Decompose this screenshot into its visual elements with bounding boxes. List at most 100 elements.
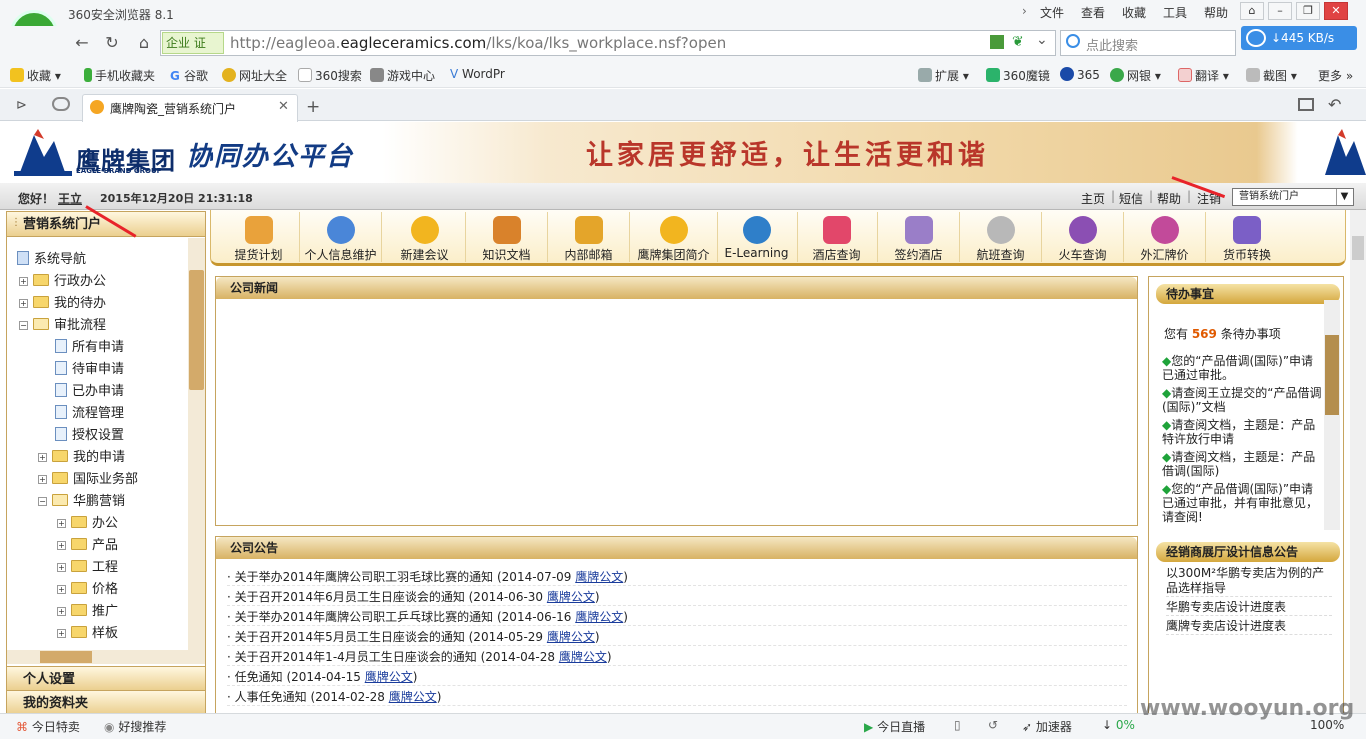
dropdown-chevron-icon[interactable]: ⌄ bbox=[1036, 32, 1048, 48]
user-name[interactable]: 王立 bbox=[58, 190, 82, 207]
status-download[interactable]: ↓ 0% bbox=[1102, 718, 1135, 732]
tree-item-authorize[interactable]: 授权设置 bbox=[55, 424, 124, 443]
enterprise-cert-badge[interactable]: 企业 证 bbox=[162, 32, 224, 54]
ext-365[interactable]: 365 bbox=[1060, 67, 1100, 82]
tool-currency-convert[interactable]: 货币转换 bbox=[1206, 212, 1288, 262]
tree-item-huapeng[interactable]: − 华鹏营销 bbox=[38, 490, 125, 509]
expand-icon[interactable]: + bbox=[38, 453, 47, 462]
menu-favorites[interactable]: 收藏 bbox=[1122, 4, 1146, 21]
todo-header[interactable]: 待办事宜 bbox=[1156, 284, 1340, 304]
ext-screenshot[interactable]: 截图 ▾ bbox=[1246, 67, 1297, 84]
tree-item-product[interactable]: + 产品 bbox=[57, 534, 118, 553]
qrcode-icon[interactable] bbox=[990, 35, 1004, 49]
menu-view[interactable]: 查看 bbox=[1081, 4, 1105, 21]
fav-collect[interactable]: 收藏 ▾ bbox=[10, 67, 61, 84]
tree-item-admin[interactable]: + 行政办公 bbox=[19, 270, 106, 289]
chevron-down-icon[interactable]: ▼ bbox=[1336, 189, 1352, 205]
restore-tabs-icon[interactable] bbox=[1298, 98, 1314, 111]
notice-item[interactable]: · 关于举办2014年鹰牌公司职工羽毛球比赛的通知 (2014-07-09 鹰牌… bbox=[227, 568, 1127, 586]
menu-file[interactable]: 文件 bbox=[1040, 4, 1064, 21]
status-accelerator[interactable]: ➶ 加速器 bbox=[1022, 718, 1072, 735]
tool-exchange-rate[interactable]: 外汇牌价 bbox=[1124, 212, 1206, 262]
sidebar-toggle-icon[interactable]: ⊳ bbox=[16, 98, 27, 113]
collapse-icon[interactable]: − bbox=[38, 497, 47, 506]
notice-item[interactable]: · 任免通知 (2014-04-15 鹰牌公文) bbox=[227, 668, 1127, 686]
refresh-icon[interactable]: ↻ bbox=[100, 33, 124, 53]
ext-extend[interactable]: 扩展 ▾ bbox=[918, 67, 969, 84]
section-personal-settings[interactable]: 个人设置 bbox=[7, 666, 205, 691]
section-my-folder[interactable]: 我的资料夹 bbox=[7, 690, 205, 715]
tool-company-intro[interactable]: 鹰牌集团简介 bbox=[630, 212, 718, 262]
menu-tools[interactable]: 工具 bbox=[1163, 4, 1187, 21]
notice-tag-link[interactable]: 鹰牌公文 bbox=[575, 570, 623, 584]
tree-root[interactable]: 系统导航 bbox=[17, 248, 86, 267]
link-help[interactable]: 帮助 bbox=[1157, 190, 1181, 207]
expand-icon[interactable]: + bbox=[57, 629, 66, 638]
notice-tag-link[interactable]: 鹰牌公文 bbox=[547, 590, 595, 604]
expand-icon[interactable]: + bbox=[19, 277, 28, 286]
tree-item-todo[interactable]: + 我的待办 bbox=[19, 292, 106, 311]
page-scrollbar[interactable] bbox=[1350, 210, 1366, 714]
tree-item-project[interactable]: + 工程 bbox=[57, 556, 118, 575]
todo-item[interactable]: ◆您的“产品借调(国际)”申请已通过审批，并有审批意见，请查阅! bbox=[1162, 482, 1322, 526]
todo-scroll-thumb[interactable] bbox=[1325, 335, 1339, 415]
todo-item[interactable]: ◆请查阅王立提交的“产品借调(国际)”文档 bbox=[1162, 386, 1322, 414]
status-live[interactable]: ▶ 今日直播 bbox=[864, 718, 925, 735]
tool-delivery-plan[interactable]: 提货计划 bbox=[218, 212, 300, 262]
design-header[interactable]: 经销商展厅设计信息公告 bbox=[1156, 542, 1340, 562]
ext-bank[interactable]: 网银 ▾ bbox=[1110, 67, 1161, 84]
tab-close-icon[interactable]: ✕ bbox=[278, 99, 289, 114]
leaf-icon[interactable]: ❦ bbox=[1012, 34, 1024, 50]
tool-hotel-search[interactable]: 酒店查询 bbox=[796, 212, 878, 262]
tool-profile[interactable]: 个人信息维护 bbox=[300, 212, 382, 262]
notice-tag-link[interactable]: 鹰牌公文 bbox=[547, 630, 595, 644]
tree-item-flow-manage[interactable]: 流程管理 bbox=[55, 402, 124, 421]
tree-item-all-requests[interactable]: 所有申请 bbox=[55, 336, 124, 355]
refresh-status-icon[interactable]: ↺ bbox=[988, 718, 998, 732]
expand-icon[interactable]: + bbox=[57, 563, 66, 572]
design-item[interactable]: 鹰牌专卖店设计进度表 bbox=[1166, 619, 1332, 635]
fav-sites[interactable]: 网址大全 bbox=[222, 67, 287, 84]
expand-icon[interactable]: + bbox=[57, 607, 66, 616]
minimize-icon[interactable]: – bbox=[1268, 2, 1292, 20]
notice-tag-link[interactable]: 鹰牌公文 bbox=[365, 670, 413, 684]
todo-item[interactable]: ◆请查阅文档，主题是：产品借调(国际) bbox=[1162, 450, 1322, 478]
maximize-icon[interactable]: ❐ bbox=[1296, 2, 1320, 20]
undo-icon[interactable]: ↶ bbox=[1328, 95, 1341, 114]
tree-item-done[interactable]: 已办申请 bbox=[55, 380, 124, 399]
search-icon[interactable] bbox=[1066, 34, 1080, 48]
pin-icon[interactable]: ⌂ bbox=[1240, 2, 1264, 20]
close-icon[interactable]: ✕ bbox=[1324, 2, 1348, 20]
fav-google[interactable]: G 谷歌 bbox=[170, 67, 208, 84]
tool-flight-search[interactable]: 航班查询 bbox=[960, 212, 1042, 262]
collapse-icon[interactable]: − bbox=[19, 321, 28, 330]
todo-item[interactable]: ◆您的“产品借调(国际)”申请已通过审批。 bbox=[1162, 354, 1322, 382]
notice-item[interactable]: · 关于举办2014年鹰牌公司职工乒乓球比赛的通知 (2014-06-16 鹰牌… bbox=[227, 608, 1127, 626]
expand-icon[interactable]: + bbox=[19, 299, 28, 308]
tree-item-sample[interactable]: + 样板 bbox=[57, 622, 118, 641]
menu-help[interactable]: 帮助 bbox=[1204, 4, 1228, 21]
tool-train-search[interactable]: 火车查询 bbox=[1042, 212, 1124, 262]
expand-icon[interactable]: + bbox=[57, 519, 66, 528]
expand-icon[interactable]: + bbox=[57, 541, 66, 550]
fav-wordpress[interactable]: ᐯ WordPr bbox=[450, 67, 505, 81]
notice-tag-link[interactable]: 鹰牌公文 bbox=[559, 650, 607, 664]
address-url[interactable]: http://eagleoa.eagleceramics.com/lks/koa… bbox=[230, 34, 726, 52]
todo-item[interactable]: ◆请查阅文档，主题是：产品特许放行申请 bbox=[1162, 418, 1322, 446]
fav-mobile[interactable]: 手机收藏夹 bbox=[84, 67, 155, 84]
chevron-right-icon[interactable]: › bbox=[1022, 4, 1027, 18]
cloud-icon[interactable] bbox=[52, 97, 70, 111]
eagle-logo-icon[interactable] bbox=[14, 127, 72, 177]
ext-more[interactable]: 更多 » bbox=[1318, 67, 1353, 84]
tree-scroll-thumb[interactable] bbox=[189, 270, 204, 390]
status-today-deals[interactable]: ⌘ 今日特卖 bbox=[16, 718, 80, 735]
tree-hscroll-thumb[interactable] bbox=[40, 651, 92, 663]
tree-item-office[interactable]: + 办公 bbox=[57, 512, 118, 531]
design-item[interactable]: 以300M²华鹏专卖店为例的产品选样指导 bbox=[1166, 566, 1332, 597]
tool-new-meeting[interactable]: 新建会议 bbox=[384, 212, 466, 262]
ext-mirror[interactable]: 360魔镜 bbox=[986, 67, 1050, 84]
notice-tag-link[interactable]: 鹰牌公文 bbox=[575, 610, 623, 624]
expand-icon[interactable]: + bbox=[57, 585, 66, 594]
tree-item-my-requests[interactable]: + 我的申请 bbox=[38, 446, 125, 465]
fav-games[interactable]: 游戏中心 bbox=[370, 67, 435, 84]
